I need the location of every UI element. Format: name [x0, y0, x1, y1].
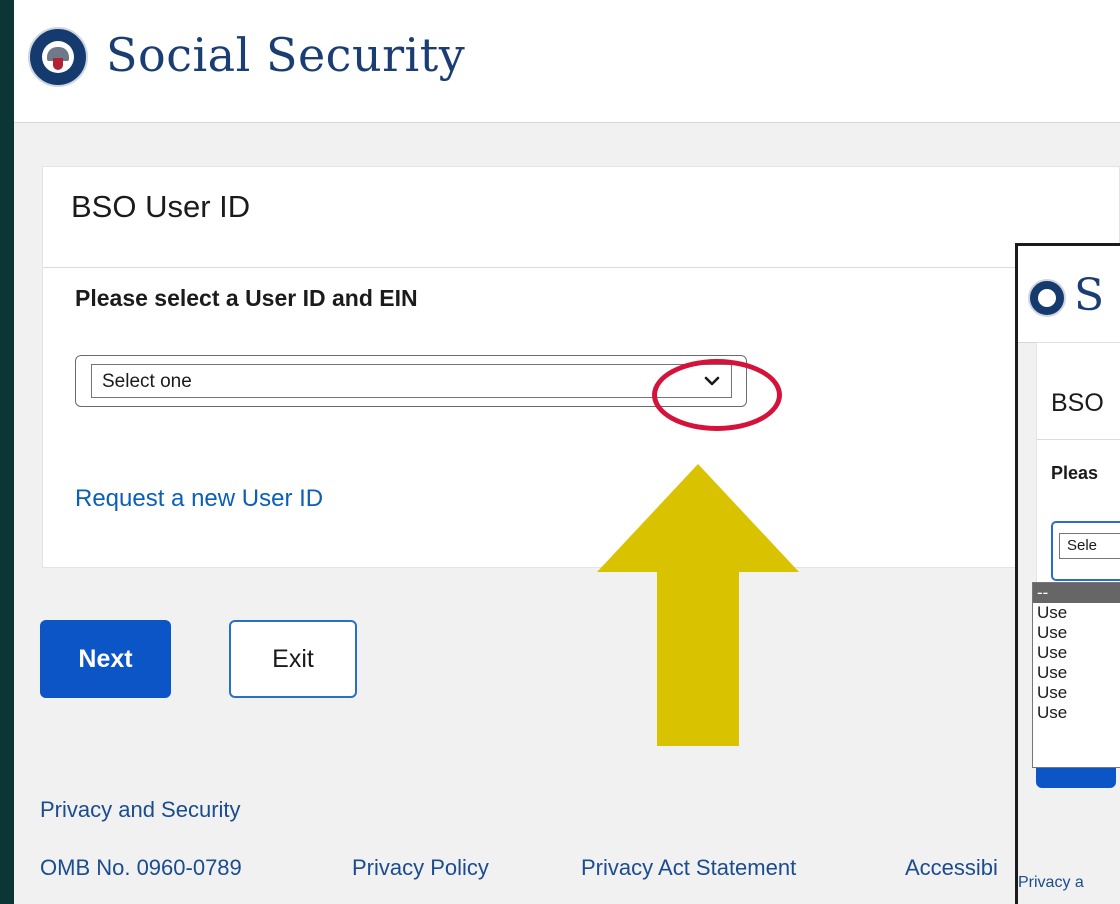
arrow-up-icon: [597, 464, 799, 746]
inset-select[interactable]: Sele: [1059, 533, 1120, 559]
dropdown-option[interactable]: Use: [1033, 703, 1120, 723]
inset-select-container: Sele: [1051, 521, 1120, 581]
inset-field-label: Pleas: [1051, 463, 1099, 483]
privacy-and-security-link[interactable]: Privacy and Security: [40, 797, 241, 823]
dropdown-option[interactable]: Use: [1033, 603, 1120, 623]
browser-page: Social Security BSO User ID Please selec…: [14, 0, 1120, 904]
dropdown-option[interactable]: Use: [1033, 683, 1120, 703]
exit-button[interactable]: Exit: [229, 620, 357, 698]
dropdown-option[interactable]: Use: [1033, 623, 1120, 643]
inset-header: S: [1018, 246, 1120, 343]
accessibility-link[interactable]: Accessibi: [905, 855, 998, 881]
select-value: Select one: [102, 371, 192, 392]
card-divider: [43, 267, 1119, 268]
card-title: BSO User ID: [71, 189, 251, 224]
privacy-act-statement-link[interactable]: Privacy Act Statement: [581, 855, 796, 881]
site-header: Social Security: [14, 0, 1120, 123]
ssa-seal-icon: [1028, 279, 1066, 317]
dropdown-option[interactable]: Use: [1033, 643, 1120, 663]
ssa-seal-icon[interactable]: [28, 27, 88, 87]
user-id-select[interactable]: Select one: [91, 364, 732, 398]
dropdown-open-inset: S BSO Pleas Sele F -- Use Use Use Use Us…: [1015, 243, 1120, 904]
highlight-circle-annotation: [652, 359, 782, 431]
omb-number: OMB No. 0960-0789: [40, 855, 242, 880]
next-button[interactable]: Next: [40, 620, 171, 698]
privacy-policy-link[interactable]: Privacy Policy: [352, 855, 489, 881]
inset-card-title: BSO: [1051, 389, 1104, 417]
inset-site-title: S: [1074, 270, 1105, 321]
request-new-user-id-link[interactable]: Request a new User ID: [75, 485, 323, 513]
dropdown-option[interactable]: Use: [1033, 663, 1120, 683]
dropdown-option[interactable]: --: [1033, 583, 1120, 603]
user-id-select-container: Select one: [75, 355, 747, 407]
inset-footer-link[interactable]: Privacy a: [1018, 874, 1084, 892]
user-id-field-label: Please select a User ID and EIN: [75, 285, 418, 311]
site-title[interactable]: Social Security: [106, 28, 465, 82]
inset-card-divider: [1037, 439, 1120, 440]
inset-select-value: Sele: [1067, 537, 1098, 554]
dropdown-options-list: -- Use Use Use Use Use Use: [1032, 582, 1120, 768]
user-id-card: BSO User ID Please select a User ID and …: [42, 166, 1120, 568]
